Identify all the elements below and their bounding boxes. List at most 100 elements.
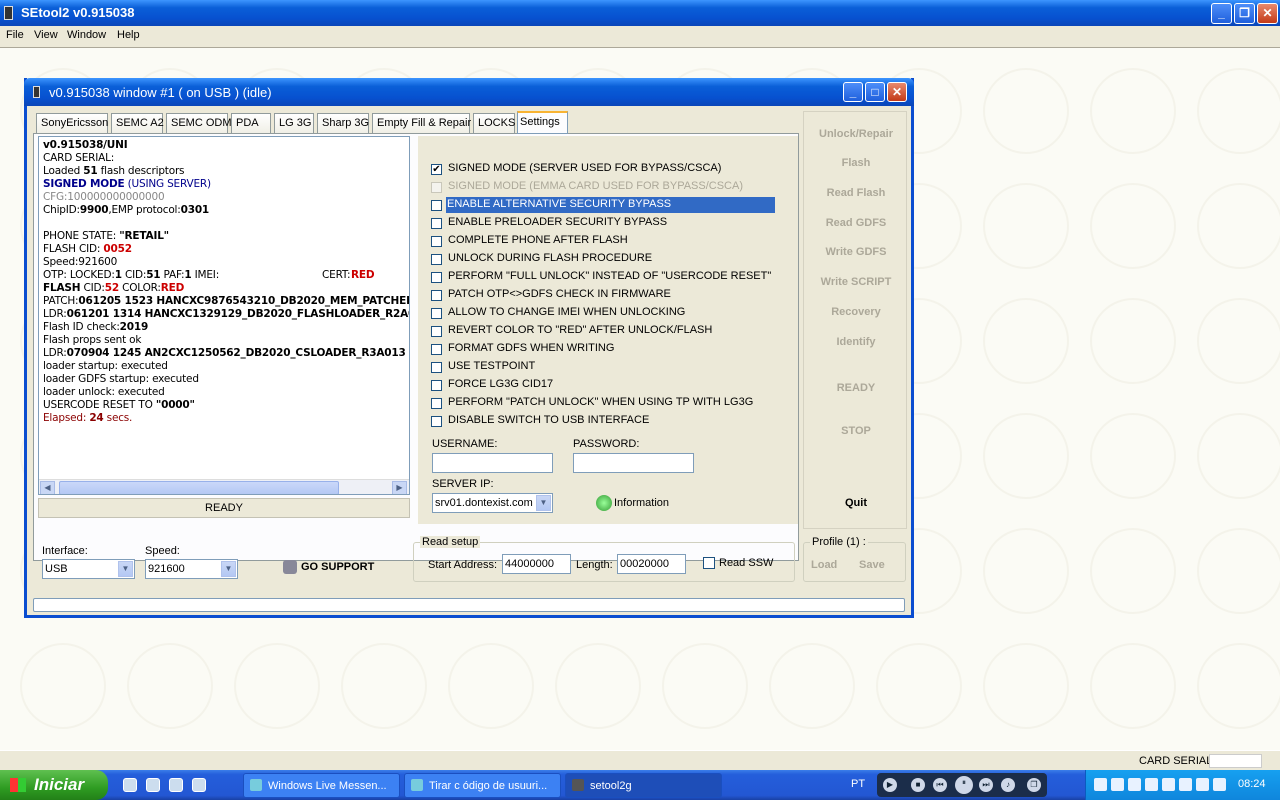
menu-file[interactable]: File xyxy=(6,29,24,41)
tab-empty-fill-repair[interactable]: Empty Fill & Repair xyxy=(372,113,471,133)
tab-semc-odm[interactable]: SEMC ODM xyxy=(166,113,232,133)
quicklaunch-icon[interactable] xyxy=(123,778,137,792)
ie-icon[interactable] xyxy=(146,778,160,792)
stop-button[interactable]: STOP xyxy=(804,425,908,437)
tab-locks[interactable]: LOCKS xyxy=(473,113,515,133)
settings-option[interactable]: ALLOW TO CHANGE IMEI WHEN UNLOCKING xyxy=(428,305,768,321)
close-button[interactable]: ✕ xyxy=(1257,3,1278,24)
language-indicator[interactable]: PT xyxy=(851,778,865,790)
settings-option[interactable]: DISABLE SWITCH TO USB INTERFACE xyxy=(428,413,768,429)
minimize-button[interactable]: _ xyxy=(1211,3,1232,24)
stop-icon[interactable]: ■ xyxy=(911,778,925,792)
checkbox[interactable] xyxy=(431,236,442,247)
device-window-title-bar[interactable]: v0.915038 window #1 ( on USB ) (idle) _ … xyxy=(24,78,914,106)
log-console[interactable]: v0.915038/UNI CARD SERIAL: Loaded 51 fla… xyxy=(38,136,410,495)
settings-option[interactable]: ✔ SIGNED MODE (SERVER USED FOR BYPASS/CSC… xyxy=(428,161,768,177)
checkbox[interactable] xyxy=(431,416,442,427)
speed-select[interactable]: 921600 ▼ xyxy=(145,559,238,579)
password-input[interactable] xyxy=(573,453,694,473)
settings-option[interactable]: USE TESTPOINT xyxy=(428,359,768,375)
chevron-down-icon[interactable]: ▼ xyxy=(536,495,551,511)
checkbox[interactable] xyxy=(431,326,442,337)
restore-player-icon[interactable]: ❐ xyxy=(1027,778,1041,792)
menu-view[interactable]: View xyxy=(34,29,58,41)
settings-option[interactable]: REVERT COLOR TO "RED" AFTER UNLOCK/FLASH xyxy=(428,323,768,339)
go-support-button[interactable]: GO SUPPORT xyxy=(301,561,374,573)
checkbox[interactable] xyxy=(431,362,442,373)
volume-icon[interactable]: ♪ xyxy=(1001,778,1015,792)
checkbox[interactable] xyxy=(431,218,442,229)
tab-lg-3g[interactable]: LG 3G xyxy=(274,113,314,133)
tab-pda[interactable]: PDA xyxy=(231,113,271,133)
media-icon[interactable] xyxy=(192,778,206,792)
log-horizontal-scrollbar[interactable]: ◀ ▶ xyxy=(39,479,409,494)
tray-icon[interactable] xyxy=(1128,778,1141,791)
tray-icon[interactable] xyxy=(1162,778,1175,791)
tab-sonyericsson[interactable]: SonyEricsson xyxy=(36,113,108,133)
chevron-down-icon[interactable]: ▼ xyxy=(118,561,133,577)
unlock-repair-button[interactable]: Unlock/Repair xyxy=(804,128,908,140)
tray-icon[interactable] xyxy=(1196,778,1209,791)
read-flash-button[interactable]: Read Flash xyxy=(804,187,908,199)
next-icon[interactable]: ⏭ xyxy=(979,778,993,792)
scroll-right-arrow-icon[interactable]: ▶ xyxy=(392,481,407,494)
information-button[interactable]: Information xyxy=(614,497,669,509)
write-gdfs-button[interactable]: Write GDFS xyxy=(804,246,908,258)
start-button[interactable]: Iniciar xyxy=(0,770,108,800)
checkbox[interactable] xyxy=(431,398,442,409)
tray-icon[interactable] xyxy=(1094,778,1107,791)
load-button[interactable]: Load xyxy=(811,559,837,571)
scroll-thumb[interactable] xyxy=(59,481,339,494)
read-ssw-checkbox[interactable] xyxy=(703,557,715,569)
settings-option[interactable]: PERFORM "FULL UNLOCK" INSTEAD OF "USERCO… xyxy=(428,269,771,285)
save-button[interactable]: Save xyxy=(859,559,885,571)
read-gdfs-button[interactable]: Read GDFS xyxy=(804,217,908,229)
chevron-down-icon[interactable]: ▼ xyxy=(221,561,236,577)
checkbox[interactable] xyxy=(431,200,442,211)
settings-option[interactable]: UNLOCK DURING FLASH PROCEDURE xyxy=(428,251,768,267)
tray-icon[interactable] xyxy=(1111,778,1124,791)
task-setool[interactable]: setool2g xyxy=(565,773,722,798)
settings-option[interactable]: FORMAT GDFS WHEN WRITING xyxy=(428,341,768,357)
app-title-bar[interactable]: SEtool2 v0.915038 _ ❐ ✕ xyxy=(0,0,1280,26)
settings-option[interactable]: PATCH OTP<>GDFS CHECK IN FIRMWARE xyxy=(428,287,768,303)
checkbox[interactable] xyxy=(431,254,442,265)
flash-button[interactable]: Flash xyxy=(804,157,908,169)
tray-icon[interactable] xyxy=(1179,778,1192,791)
username-input[interactable] xyxy=(432,453,553,473)
task-browser[interactable]: Tirar c ódigo de usuuri... xyxy=(404,773,561,798)
tab-semc-a2[interactable]: SEMC A2 xyxy=(111,113,164,133)
tab-sharp-3g[interactable]: Sharp 3G xyxy=(317,113,369,133)
identify-button[interactable]: Identify xyxy=(804,336,908,348)
checkbox[interactable] xyxy=(431,182,442,193)
quicklaunch-icon[interactable] xyxy=(169,778,183,792)
settings-option[interactable]: PERFORM "PATCH UNLOCK" WHEN USING TP WIT… xyxy=(428,395,768,411)
checkbox[interactable] xyxy=(431,290,442,301)
write-script-button[interactable]: Write SCRIPT xyxy=(804,276,908,288)
checkbox[interactable]: ✔ xyxy=(431,164,442,175)
tab-settings[interactable]: Settings xyxy=(517,111,568,134)
quit-button[interactable]: Quit xyxy=(804,497,908,509)
recovery-button[interactable]: Recovery xyxy=(804,306,908,318)
previous-icon[interactable]: ⏮ xyxy=(933,778,947,792)
settings-option[interactable]: ENABLE ALTERNATIVE SECURITY BYPASS xyxy=(428,197,775,213)
settings-option[interactable]: COMPLETE PHONE AFTER FLASH xyxy=(428,233,768,249)
child-close-button[interactable]: ✕ xyxy=(887,82,907,102)
child-minimize-button[interactable]: _ xyxy=(843,82,863,102)
interface-select[interactable]: USB ▼ xyxy=(42,559,135,579)
pause-icon[interactable]: ⏸ xyxy=(955,776,973,794)
start-address-input[interactable]: 44000000 xyxy=(502,554,571,574)
tray-icon[interactable] xyxy=(1145,778,1158,791)
menu-window[interactable]: Window xyxy=(67,29,106,41)
task-messenger[interactable]: Windows Live Messen... xyxy=(243,773,400,798)
tray-icon[interactable] xyxy=(1213,778,1226,791)
scroll-left-arrow-icon[interactable]: ◀ xyxy=(40,481,55,494)
menu-help[interactable]: Help xyxy=(117,29,140,41)
settings-option[interactable]: ENABLE PRELOADER SECURITY BYPASS xyxy=(428,215,768,231)
settings-option[interactable]: FORCE LG3G CID17 xyxy=(428,377,768,393)
length-input[interactable]: 00020000 xyxy=(617,554,686,574)
checkbox[interactable] xyxy=(431,380,442,391)
server-ip-select[interactable]: srv01.dontexist.com ▼ xyxy=(432,493,553,513)
settings-option[interactable]: SIGNED MODE (EMMA CARD USED FOR BYPASS/C… xyxy=(428,179,768,195)
checkbox[interactable] xyxy=(431,308,442,319)
